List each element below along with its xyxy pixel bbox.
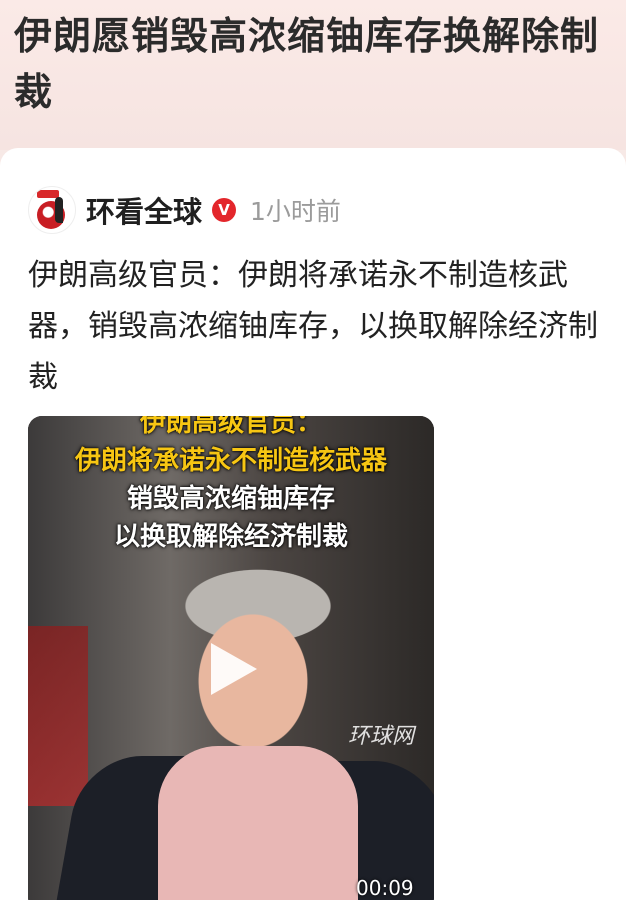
post-card: 环看全球 V 1小时前 伊朗高级官员：伊朗将承诺永不制造核武器，销毁高浓缩铀库存…: [0, 148, 626, 900]
headline: 伊朗愿销毁高浓缩铀库存换解除制裁: [14, 14, 600, 114]
music-note-icon: [55, 197, 63, 223]
author-name[interactable]: 环看全球: [86, 189, 202, 231]
verified-badge-icon: V: [212, 198, 237, 222]
play-icon: [211, 643, 257, 695]
header: 伊朗愿销毁高浓缩铀库存换解除制裁: [0, 0, 626, 150]
play-button[interactable]: [199, 637, 263, 701]
caption-line-2: 销毁高浓缩铀库存: [126, 484, 335, 514]
video-player[interactable]: 伊朗高级官员： 伊朗将承诺永不制造核武器 销毁高浓缩铀库存 以换取解除经济制裁 …: [28, 416, 434, 900]
author-row: 环看全球 V 1小时前: [28, 186, 341, 234]
page: 伊朗愿销毁高浓缩铀库存换解除制裁 环看全球 V 1小时前 伊朗高级官员：伊朗将承…: [0, 0, 626, 900]
avatar[interactable]: [28, 186, 76, 234]
video-watermark: 环球网: [348, 724, 415, 749]
caption-line-0: 伊朗高级官员：: [139, 416, 322, 438]
caption-line-1: 伊朗将承诺永不制造核武器: [74, 446, 387, 476]
flag-background: [28, 626, 88, 806]
caption-line-3: 以换取解除经济制裁: [113, 522, 348, 552]
post-timestamp: 1小时前: [250, 197, 341, 226]
video-caption: 伊朗高级官员： 伊朗将承诺永不制造核武器 销毁高浓缩铀库存 以换取解除经济制裁: [28, 416, 434, 556]
post-text[interactable]: 伊朗高级官员：伊朗将承诺永不制造核武器，销毁高浓缩铀库存，以换取解除经济制裁: [28, 250, 598, 403]
shirt: [158, 746, 358, 900]
video-duration: 00:09: [356, 876, 414, 900]
